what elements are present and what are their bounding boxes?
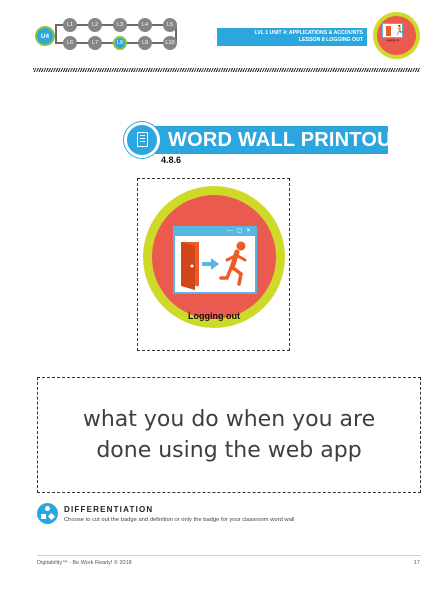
unit-lesson-label: LVL 1 UNIT 4: APPLICATIONS & ACCOUNTS LE…	[217, 28, 367, 46]
doc-line	[140, 138, 145, 140]
shape-diamond	[47, 512, 56, 521]
page-title: WORD WALL PRINTOUT	[168, 129, 405, 151]
door-icon	[386, 26, 391, 36]
lesson-node-current: L8	[113, 36, 127, 50]
running-person-icon	[219, 241, 247, 286]
lesson-node-5: L5	[163, 18, 177, 32]
shape-circle	[45, 506, 50, 511]
header-badge-screen: 🏃	[382, 23, 406, 38]
map-connector	[55, 24, 57, 43]
lesson-title: LESSON 8 LOGGING OUT	[299, 37, 363, 43]
lesson-node-3: L3	[113, 18, 127, 32]
browser-window-illustration: — ▢ ✕	[173, 226, 257, 294]
definition-cutout-frame: what you do when you are done using the …	[37, 377, 421, 493]
differentiation-text: Choose to cut out the badge and definiti…	[64, 517, 295, 523]
logout-illustration	[181, 241, 247, 290]
page-header: U4 L1 L2 L3 L4 L5 L6 L7 L8 L9 L10 LVL 1 …	[0, 0, 447, 80]
header-badge-caption: Logging out	[385, 39, 400, 42]
shape-square	[41, 514, 46, 519]
doc-line	[140, 141, 145, 143]
door-icon	[181, 242, 199, 290]
lesson-node-6: L6	[63, 36, 77, 50]
activity-code: 4.8.6	[161, 155, 182, 165]
lesson-node-10: L10	[163, 36, 177, 50]
header-lesson-badge: 🏃 Logging out	[373, 12, 420, 59]
lesson-node-4: L4	[138, 18, 152, 32]
arrow-right-icon	[202, 258, 219, 270]
window-controls-icon: — ▢ ✕	[226, 228, 252, 234]
differentiation-heading: DIFFERENTIATION	[64, 505, 154, 514]
unit-badge: U4	[35, 26, 55, 46]
title-banner: WORD WALL PRINTOUT	[143, 126, 404, 154]
unit-title: LVL 1 UNIT 4: APPLICATIONS & ACCOUNTS	[254, 30, 363, 36]
lesson-node-7: L7	[88, 36, 102, 50]
document-list-icon	[124, 122, 160, 158]
lesson-node-9: L9	[138, 36, 152, 50]
footer-divider	[37, 555, 421, 556]
badge-caption: Logging out	[188, 311, 240, 321]
page-number: 17	[413, 560, 420, 566]
doc-line	[140, 135, 145, 137]
lesson-node-2: L2	[88, 18, 102, 32]
document-sheet	[137, 132, 148, 147]
running-person-icon: 🏃	[394, 25, 406, 35]
header-divider	[33, 68, 420, 72]
shapes-icon	[37, 503, 58, 524]
lesson-map: L1 L2 L3 L4 L5 L6 L7 L8 L9 L10	[55, 18, 195, 58]
lesson-node-1: L1	[63, 18, 77, 32]
definition-text: what you do when you are done using the …	[82, 407, 376, 463]
footer-copyright: Digitability™ - Be Work Ready! © 2018	[37, 560, 132, 566]
